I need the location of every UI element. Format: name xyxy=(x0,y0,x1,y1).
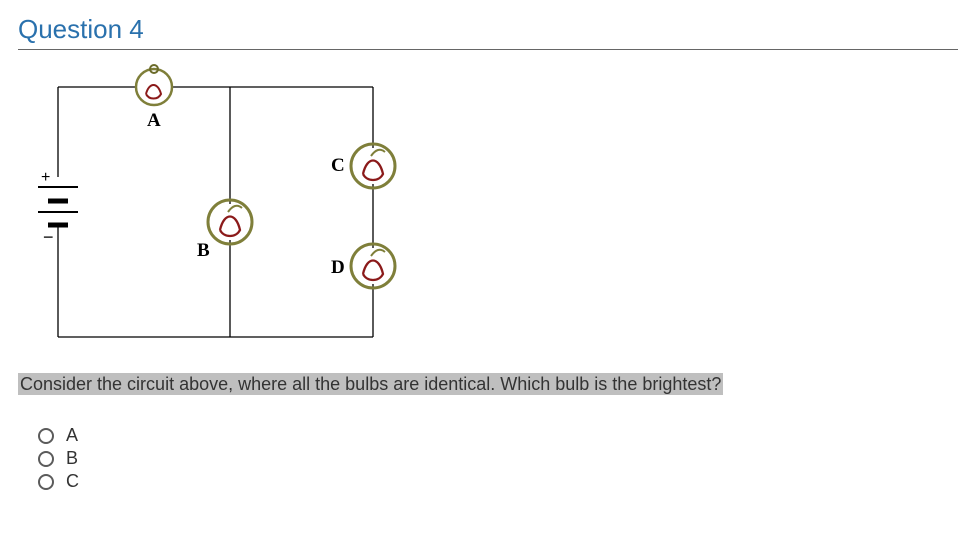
radio-icon xyxy=(38,451,54,467)
bulb-a-icon xyxy=(136,65,172,105)
question-prompt: Consider the circuit above, where all th… xyxy=(18,373,958,395)
radio-icon xyxy=(38,474,54,490)
bulb-b-label: B xyxy=(197,240,210,261)
option-a[interactable]: A xyxy=(38,425,958,446)
option-label: A xyxy=(66,425,78,446)
option-label: C xyxy=(66,471,79,492)
battery-plus-label: + xyxy=(41,169,50,186)
title-divider xyxy=(18,49,958,50)
option-label: B xyxy=(66,448,78,469)
bulb-d-label: D xyxy=(331,257,345,278)
question-title: Question 4 xyxy=(18,14,958,45)
bulb-d-icon xyxy=(351,244,395,288)
battery-icon xyxy=(38,187,78,225)
radio-icon xyxy=(38,428,54,444)
bulb-c-label: C xyxy=(331,155,345,176)
circuit-diagram: + − A B C D xyxy=(38,60,938,365)
option-c[interactable]: C xyxy=(38,471,958,492)
bulb-a-label: A xyxy=(147,110,161,131)
answer-options: A B C xyxy=(38,425,958,492)
bulb-b-icon xyxy=(208,200,252,244)
bulb-c-icon xyxy=(351,144,395,188)
battery-minus-label: − xyxy=(43,227,54,247)
option-b[interactable]: B xyxy=(38,448,958,469)
